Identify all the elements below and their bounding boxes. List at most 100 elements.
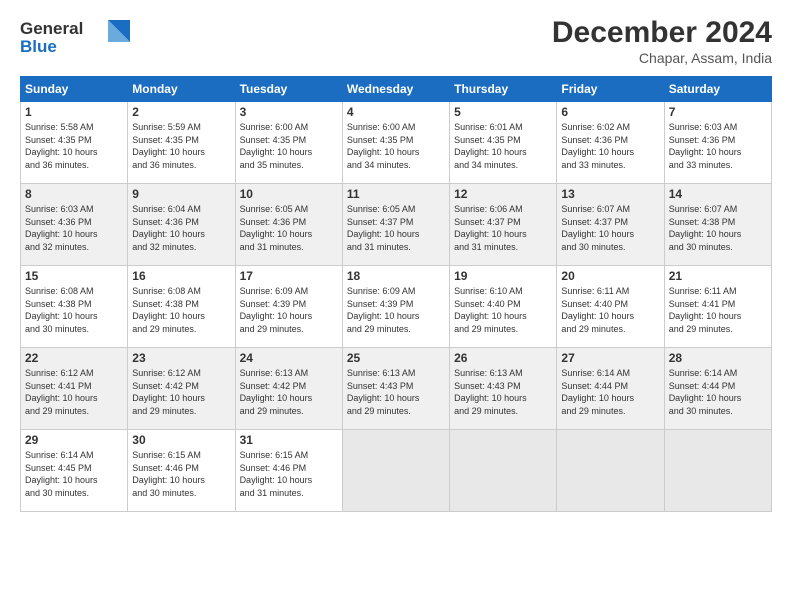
logo: General Blue [20, 16, 130, 63]
calendar-cell: 11 Sunrise: 6:05 AM Sunset: 4:37 PM Dayli… [342, 184, 449, 266]
day-info: Sunrise: 6:08 AM Sunset: 4:38 PM Dayligh… [132, 285, 230, 335]
day-number: 13 [561, 187, 659, 201]
day-number: 31 [240, 433, 338, 447]
day-number: 3 [240, 105, 338, 119]
day-number: 1 [25, 105, 123, 119]
title-block: December 2024 Chapar, Assam, India [552, 16, 772, 66]
header-sunday: Sunday [21, 77, 128, 102]
day-number: 21 [669, 269, 767, 283]
calendar-cell: 18 Sunrise: 6:09 AM Sunset: 4:39 PM Dayli… [342, 266, 449, 348]
calendar-cell: 17 Sunrise: 6:09 AM Sunset: 4:39 PM Dayli… [235, 266, 342, 348]
day-info: Sunrise: 6:07 AM Sunset: 4:37 PM Dayligh… [561, 203, 659, 253]
calendar-cell: 3Sunrise: 6:00 AM Sunset: 4:35 PM Daylig… [235, 102, 342, 184]
location: Chapar, Assam, India [552, 50, 772, 66]
day-info: Sunrise: 6:13 AM Sunset: 4:43 PM Dayligh… [347, 367, 445, 417]
day-number: 20 [561, 269, 659, 283]
day-number: 24 [240, 351, 338, 365]
calendar-week-1: 8Sunrise: 6:03 AM Sunset: 4:36 PM Daylig… [21, 184, 772, 266]
day-info: Sunrise: 6:14 AM Sunset: 4:44 PM Dayligh… [669, 367, 767, 417]
calendar-cell: 16 Sunrise: 6:08 AM Sunset: 4:38 PM Dayli… [128, 266, 235, 348]
calendar-cell: 21 Sunrise: 6:11 AM Sunset: 4:41 PM Dayli… [664, 266, 771, 348]
calendar-cell: 9 Sunrise: 6:04 AM Sunset: 4:36 PM Daylig… [128, 184, 235, 266]
calendar-cell: 19Sunrise: 6:10 AM Sunset: 4:40 PM Dayli… [450, 266, 557, 348]
day-number: 4 [347, 105, 445, 119]
header-monday: Monday [128, 77, 235, 102]
day-info: Sunrise: 6:14 AM Sunset: 4:45 PM Dayligh… [25, 449, 123, 499]
calendar-week-2: 15Sunrise: 6:08 AM Sunset: 4:38 PM Dayli… [21, 266, 772, 348]
day-number: 9 [132, 187, 230, 201]
day-info: Sunrise: 6:07 AM Sunset: 4:38 PM Dayligh… [669, 203, 767, 253]
day-info: Sunrise: 6:11 AM Sunset: 4:41 PM Dayligh… [669, 285, 767, 335]
header-saturday: Saturday [664, 77, 771, 102]
day-number: 7 [669, 105, 767, 119]
calendar: Sunday Monday Tuesday Wednesday Thursday… [20, 76, 772, 512]
day-number: 16 [132, 269, 230, 283]
day-number: 14 [669, 187, 767, 201]
calendar-cell [450, 430, 557, 512]
day-number: 25 [347, 351, 445, 365]
day-number: 17 [240, 269, 338, 283]
calendar-cell: 4 Sunrise: 6:00 AM Sunset: 4:35 PM Daylig… [342, 102, 449, 184]
header-wednesday: Wednesday [342, 77, 449, 102]
day-info: Sunrise: 6:13 AM Sunset: 4:43 PM Dayligh… [454, 367, 552, 417]
day-number: 19 [454, 269, 552, 283]
day-info: Sunrise: 6:12 AM Sunset: 4:41 PM Dayligh… [25, 367, 123, 417]
header-thursday: Thursday [450, 77, 557, 102]
calendar-cell: 2Sunrise: 5:59 AM Sunset: 4:35 PM Daylig… [128, 102, 235, 184]
day-number: 11 [347, 187, 445, 201]
day-number: 28 [669, 351, 767, 365]
header-friday: Friday [557, 77, 664, 102]
calendar-cell [664, 430, 771, 512]
calendar-week-3: 22 Sunrise: 6:12 AM Sunset: 4:41 PM Dayli… [21, 348, 772, 430]
calendar-cell: 13 Sunrise: 6:07 AM Sunset: 4:37 PM Dayli… [557, 184, 664, 266]
day-number: 29 [25, 433, 123, 447]
day-info: Sunrise: 6:09 AM Sunset: 4:39 PM Dayligh… [240, 285, 338, 335]
day-info: Sunrise: 6:11 AM Sunset: 4:40 PM Dayligh… [561, 285, 659, 335]
weekday-header-row: Sunday Monday Tuesday Wednesday Thursday… [21, 77, 772, 102]
svg-text:General: General [20, 19, 83, 38]
calendar-cell: 22 Sunrise: 6:12 AM Sunset: 4:41 PM Dayli… [21, 348, 128, 430]
calendar-cell: 6 Sunrise: 6:02 AM Sunset: 4:36 PM Daylig… [557, 102, 664, 184]
svg-text:Blue: Blue [20, 37, 57, 56]
day-number: 2 [132, 105, 230, 119]
calendar-cell [557, 430, 664, 512]
day-info: Sunrise: 6:02 AM Sunset: 4:36 PM Dayligh… [561, 121, 659, 171]
day-info: Sunrise: 6:05 AM Sunset: 4:37 PM Dayligh… [347, 203, 445, 253]
day-info: Sunrise: 6:01 AM Sunset: 4:35 PM Dayligh… [454, 121, 552, 171]
day-number: 10 [240, 187, 338, 201]
calendar-cell [342, 430, 449, 512]
day-info: Sunrise: 6:05 AM Sunset: 4:36 PM Dayligh… [240, 203, 338, 253]
calendar-cell: 5 Sunrise: 6:01 AM Sunset: 4:35 PM Daylig… [450, 102, 557, 184]
calendar-week-4: 29 Sunrise: 6:14 AM Sunset: 4:45 PM Dayli… [21, 430, 772, 512]
day-number: 26 [454, 351, 552, 365]
day-number: 30 [132, 433, 230, 447]
day-number: 12 [454, 187, 552, 201]
calendar-cell: 12 Sunrise: 6:06 AM Sunset: 4:37 PM Dayli… [450, 184, 557, 266]
calendar-cell: 29 Sunrise: 6:14 AM Sunset: 4:45 PM Dayli… [21, 430, 128, 512]
day-number: 5 [454, 105, 552, 119]
day-info: Sunrise: 6:04 AM Sunset: 4:36 PM Dayligh… [132, 203, 230, 253]
day-info: Sunrise: 6:03 AM Sunset: 4:36 PM Dayligh… [669, 121, 767, 171]
calendar-cell: 23 Sunrise: 6:12 AM Sunset: 4:42 PM Dayli… [128, 348, 235, 430]
calendar-cell: 25 Sunrise: 6:13 AM Sunset: 4:43 PM Dayli… [342, 348, 449, 430]
day-info: Sunrise: 6:06 AM Sunset: 4:37 PM Dayligh… [454, 203, 552, 253]
day-info: Sunrise: 6:12 AM Sunset: 4:42 PM Dayligh… [132, 367, 230, 417]
month-title: December 2024 [552, 16, 772, 50]
logo-text: General Blue [20, 16, 130, 63]
day-info: Sunrise: 6:00 AM Sunset: 4:35 PM Dayligh… [347, 121, 445, 171]
day-info: Sunrise: 6:15 AM Sunset: 4:46 PM Dayligh… [132, 449, 230, 499]
day-number: 23 [132, 351, 230, 365]
calendar-cell: 31Sunrise: 6:15 AM Sunset: 4:46 PM Dayli… [235, 430, 342, 512]
calendar-cell: 20 Sunrise: 6:11 AM Sunset: 4:40 PM Dayli… [557, 266, 664, 348]
day-number: 18 [347, 269, 445, 283]
day-number: 22 [25, 351, 123, 365]
day-info: Sunrise: 6:13 AM Sunset: 4:42 PM Dayligh… [240, 367, 338, 417]
day-info: Sunrise: 6:09 AM Sunset: 4:39 PM Dayligh… [347, 285, 445, 335]
day-info: Sunrise: 5:58 AM Sunset: 4:35 PM Dayligh… [25, 121, 123, 171]
calendar-cell: 7 Sunrise: 6:03 AM Sunset: 4:36 PM Daylig… [664, 102, 771, 184]
calendar-cell: 26 Sunrise: 6:13 AM Sunset: 4:43 PM Dayli… [450, 348, 557, 430]
calendar-cell: 28 Sunrise: 6:14 AM Sunset: 4:44 PM Dayli… [664, 348, 771, 430]
page: General Blue December 2024 Chapar, Assam… [0, 0, 792, 612]
calendar-cell: 10 Sunrise: 6:05 AM Sunset: 4:36 PM Dayli… [235, 184, 342, 266]
day-number: 6 [561, 105, 659, 119]
